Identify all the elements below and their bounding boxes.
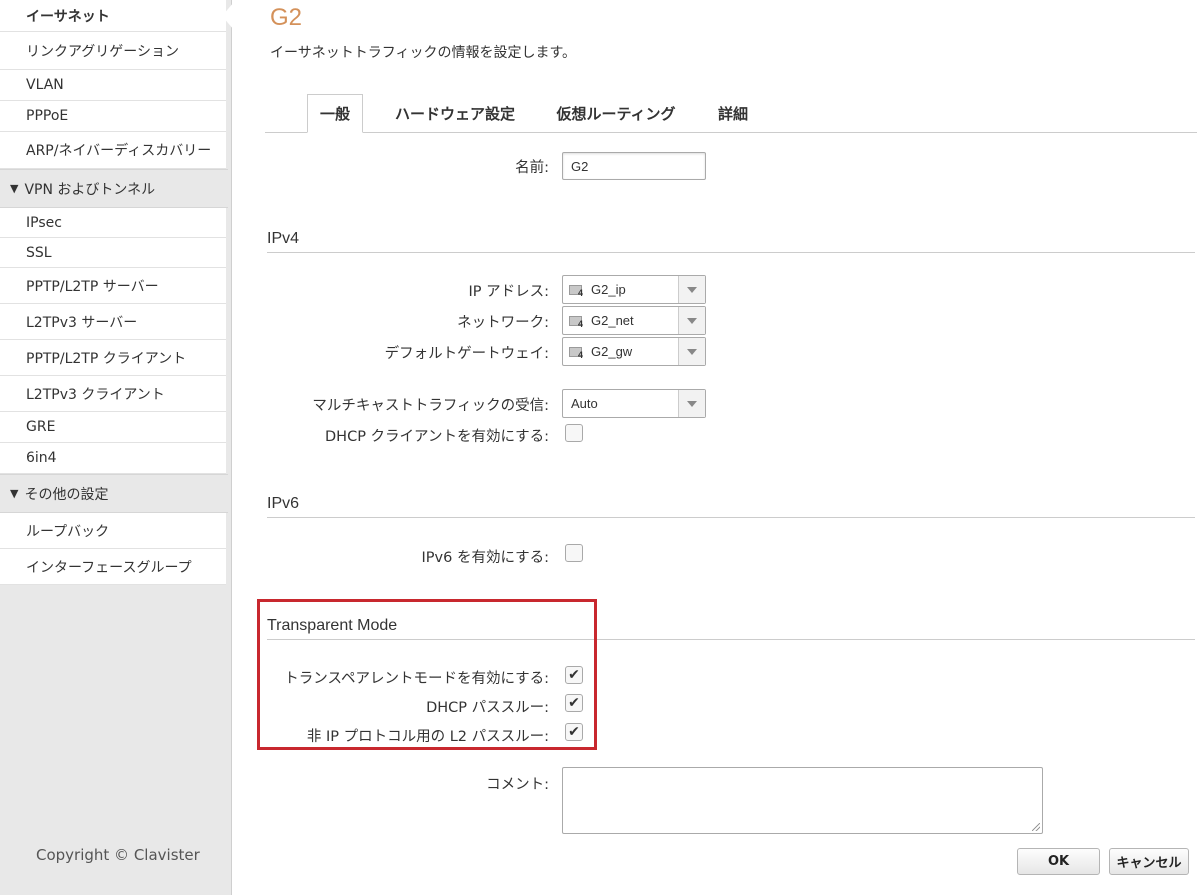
default-gateway-value: G2_gw bbox=[591, 344, 633, 359]
resize-grip-icon[interactable] bbox=[1032, 823, 1040, 831]
dropdown-button[interactable] bbox=[678, 338, 705, 365]
comment-label: コメント: bbox=[486, 777, 549, 793]
sidebar-group-label: その他の設定 bbox=[24, 486, 109, 503]
sidebar-group-label: VPN およびトンネル bbox=[24, 181, 156, 198]
highlight-annotation-box bbox=[257, 599, 597, 750]
sidebar-item-ipsec[interactable]: IPsec bbox=[0, 208, 226, 238]
ipv6-enable-label: IPv6 を有効にする: bbox=[421, 550, 549, 566]
dropdown-button[interactable] bbox=[678, 390, 705, 417]
sidebar-item-label: PPTP/L2TP クライアント bbox=[26, 350, 187, 367]
sidebar-item-label: ARP/ネイバーディスカバリー bbox=[26, 143, 212, 159]
sidebar-item-pppoe[interactable]: PPPoE bbox=[0, 101, 226, 132]
sidebar-item-loopback[interactable]: ループバック bbox=[0, 513, 226, 549]
tab-virtual-routing[interactable]: 仮想ルーティング bbox=[541, 94, 691, 132]
sidebar-group-other[interactable]: ▼ その他の設定 bbox=[0, 474, 228, 513]
page-description: イーサネットトラフィックの情報を設定します。 bbox=[270, 45, 577, 61]
sidebar-item-vlan[interactable]: VLAN bbox=[0, 70, 226, 101]
chevron-down-icon bbox=[687, 400, 697, 407]
dhcp-client-checkbox[interactable] bbox=[565, 424, 583, 442]
sidebar-group-vpn[interactable]: ▼ VPN およびトンネル bbox=[0, 169, 228, 208]
sidebar-item-interface-group[interactable]: インターフェースグループ bbox=[0, 549, 226, 585]
dropdown-button[interactable] bbox=[678, 276, 705, 303]
sidebar-item-arp[interactable]: ARP/ネイバーディスカバリー bbox=[0, 132, 226, 169]
sidebar: イーサネット リンクアグリゲーション VLAN PPPoE ARP/ネイバーディ… bbox=[0, 0, 234, 895]
copyright-text: Copyright © Clavister bbox=[36, 846, 200, 864]
tab-advanced[interactable]: 詳細 bbox=[705, 94, 761, 132]
sidebar-item-l2tpv3-server[interactable]: L2TPv3 サーバー bbox=[0, 304, 226, 340]
active-item-pointer bbox=[222, 2, 234, 30]
chevron-down-icon bbox=[687, 348, 697, 355]
sidebar-item-link-aggregation[interactable]: リンクアグリゲーション bbox=[0, 32, 226, 70]
tab-general[interactable]: 一般 bbox=[307, 94, 363, 133]
network-value: G2_net bbox=[591, 313, 634, 328]
page-title: G2 bbox=[270, 4, 303, 31]
cancel-button[interactable]: キャンセル bbox=[1109, 848, 1189, 875]
sidebar-item-label: L2TPv3 サーバー bbox=[26, 314, 138, 331]
sidebar-item-label: L2TPv3 クライアント bbox=[26, 386, 165, 403]
comment-textarea[interactable] bbox=[562, 767, 1043, 834]
ip-address-select[interactable]: 4 G2_ip bbox=[562, 275, 706, 304]
section-title-ipv4: IPv4 bbox=[267, 230, 1195, 253]
name-label: 名前: bbox=[515, 160, 549, 176]
sidebar-item-6in4[interactable]: 6in4 bbox=[0, 443, 226, 474]
sidebar-item-pptp-l2tp-server[interactable]: PPTP/L2TP サーバー bbox=[0, 268, 226, 304]
sidebar-item-label: ループバック bbox=[26, 523, 110, 540]
sidebar-item-label: 6in4 bbox=[26, 450, 57, 466]
multicast-select[interactable]: Auto bbox=[562, 389, 706, 418]
name-input-value: G2 bbox=[571, 158, 589, 174]
sidebar-item-label: PPPoE bbox=[26, 108, 69, 124]
tab-hardware-settings[interactable]: ハードウェア設定 bbox=[380, 94, 530, 132]
ipv4-badge: 4 bbox=[578, 318, 584, 329]
sidebar-item-label: IPsec bbox=[26, 214, 62, 231]
sidebar-item-ssl[interactable]: SSL bbox=[0, 238, 226, 268]
collapse-triangle-icon: ▼ bbox=[10, 487, 19, 500]
default-gateway-label: デフォルトゲートウェイ: bbox=[384, 346, 549, 362]
name-input[interactable]: G2 bbox=[562, 152, 706, 180]
ipv4-address-object-icon: 4 bbox=[569, 283, 585, 298]
ipv6-enable-checkbox[interactable] bbox=[565, 544, 583, 562]
sidebar-item-label: リンクアグリゲーション bbox=[26, 43, 180, 60]
ipv4-badge: 4 bbox=[578, 287, 584, 298]
sidebar-item-label: VLAN bbox=[26, 77, 64, 93]
sidebar-item-label: PPTP/L2TP サーバー bbox=[26, 278, 159, 295]
ip-address-value: G2_ip bbox=[591, 282, 626, 297]
ipv4-badge: 4 bbox=[578, 349, 584, 360]
network-label: ネットワーク: bbox=[457, 315, 549, 331]
tab-bar: 一般 ハードウェア設定 仮想ルーティング 詳細 bbox=[265, 94, 1197, 133]
dhcp-client-label: DHCP クライアントを有効にする: bbox=[325, 429, 549, 445]
multicast-value: Auto bbox=[571, 396, 598, 411]
sidebar-item-label: GRE bbox=[26, 419, 56, 435]
multicast-label: マルチキャストトラフィックの受信: bbox=[312, 398, 549, 414]
default-gateway-select[interactable]: 4 G2_gw bbox=[562, 337, 706, 366]
collapse-triangle-icon: ▼ bbox=[10, 182, 19, 195]
ipv4-address-object-icon: 4 bbox=[569, 314, 585, 329]
ipv4-address-object-icon: 4 bbox=[569, 345, 585, 360]
sidebar-item-l2tpv3-client[interactable]: L2TPv3 クライアント bbox=[0, 376, 226, 412]
sidebar-item-pptp-l2tp-client[interactable]: PPTP/L2TP クライアント bbox=[0, 340, 226, 376]
ok-button[interactable]: OK bbox=[1017, 848, 1100, 875]
ip-address-label: IP アドレス: bbox=[468, 284, 549, 300]
sidebar-item-label: イーサネット bbox=[26, 8, 110, 25]
sidebar-item-ethernet[interactable]: イーサネット bbox=[0, 0, 226, 32]
sidebar-item-label: インターフェースグループ bbox=[26, 559, 192, 576]
chevron-down-icon bbox=[687, 317, 697, 324]
dropdown-button[interactable] bbox=[678, 307, 705, 334]
sidebar-item-label: SSL bbox=[26, 244, 52, 261]
network-select[interactable]: 4 G2_net bbox=[562, 306, 706, 335]
sidebar-item-gre[interactable]: GRE bbox=[0, 412, 226, 443]
section-title-ipv6: IPv6 bbox=[267, 495, 1195, 518]
chevron-down-icon bbox=[687, 286, 697, 293]
